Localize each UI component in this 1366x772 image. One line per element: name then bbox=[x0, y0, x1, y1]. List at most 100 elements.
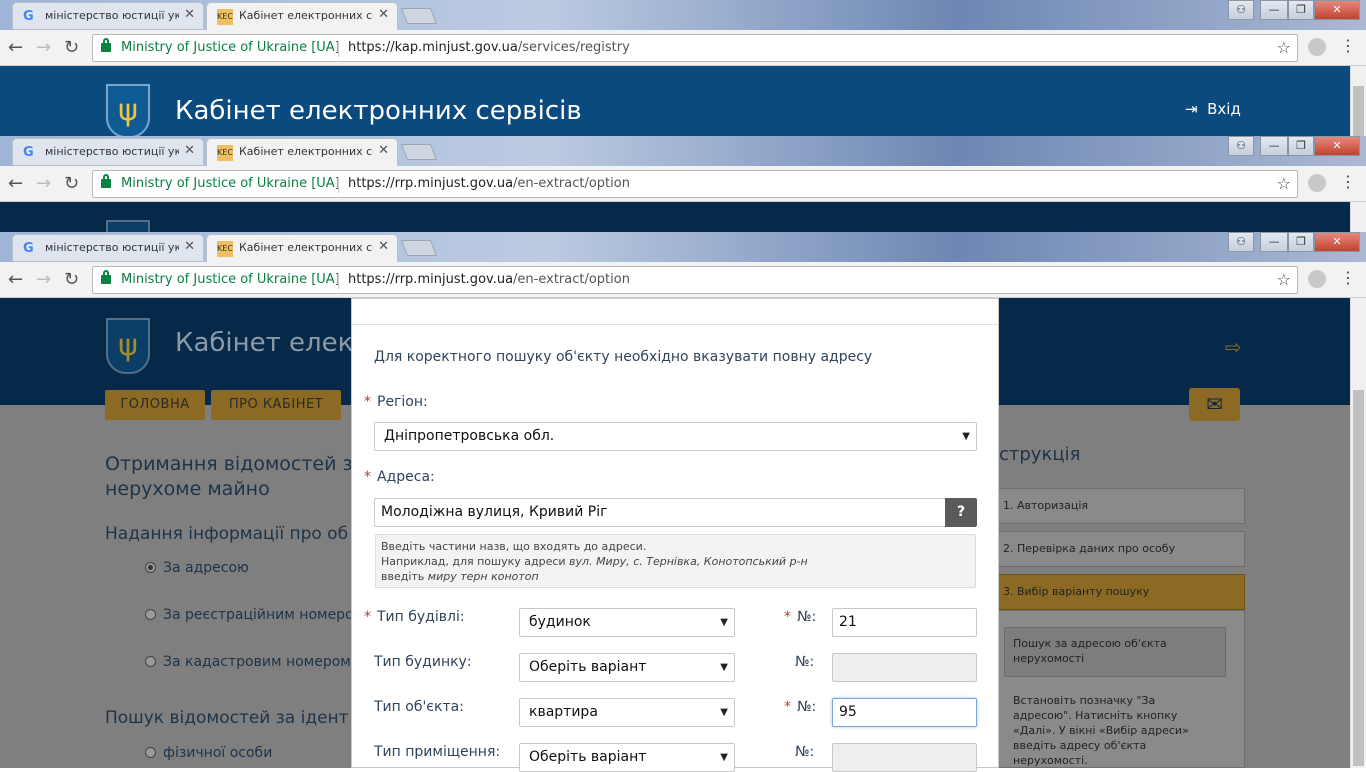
extension-icon[interactable] bbox=[1308, 270, 1326, 288]
minimize-button[interactable]: — bbox=[1260, 136, 1288, 156]
separator bbox=[338, 177, 339, 193]
logout-icon[interactable]: ⇨ bbox=[1225, 335, 1242, 359]
option-label: За адресою bbox=[163, 560, 249, 576]
page-scrollbar[interactable] bbox=[1350, 298, 1366, 768]
tab-strip: G міністерство юстиції укр ✕ KEC Кабінет… bbox=[0, 232, 1366, 262]
browser-window-1: G міністерство юстиції укр ✕ KEC Кабінет… bbox=[0, 0, 1366, 136]
new-tab-button[interactable] bbox=[401, 240, 437, 256]
forward-icon[interactable]: → bbox=[36, 37, 51, 58]
step-1[interactable]: 1. Авторизація bbox=[998, 488, 1245, 524]
mail-icon[interactable]: ✉ bbox=[1189, 388, 1240, 421]
house-number-input[interactable] bbox=[832, 653, 977, 682]
tab-google[interactable]: G міністерство юстиції укр ✕ bbox=[12, 2, 204, 30]
close-tab-icon[interactable]: ✕ bbox=[184, 239, 195, 254]
address-bar[interactable]: Ministry of Justice of Ukraine [UA] http… bbox=[92, 34, 1298, 62]
lock-icon bbox=[101, 174, 111, 188]
maximize-button[interactable]: ❐ bbox=[1288, 232, 1314, 252]
kec-favicon-icon: KEC bbox=[217, 145, 233, 161]
profile-icon[interactable]: ⚇ bbox=[1228, 136, 1254, 156]
back-icon[interactable]: ← bbox=[8, 173, 23, 194]
reload-icon[interactable]: ↻ bbox=[64, 269, 79, 290]
close-tab-icon[interactable]: ✕ bbox=[184, 143, 195, 158]
building-type-select[interactable]: будинок ▼ bbox=[519, 608, 735, 637]
house-type-select[interactable]: Оберіть варіант ▼ bbox=[519, 653, 735, 682]
reload-icon[interactable]: ↻ bbox=[64, 173, 79, 194]
profile-icon[interactable]: ⚇ bbox=[1228, 0, 1254, 20]
minimize-button[interactable]: — bbox=[1260, 232, 1288, 252]
help-button[interactable]: ? bbox=[945, 498, 977, 527]
browser-toolbar: ← → ↻ Ministry of Justice of Ukraine [UA… bbox=[0, 30, 1366, 66]
minimize-button[interactable]: — bbox=[1260, 0, 1288, 20]
back-icon[interactable]: ← bbox=[8, 269, 23, 290]
maximize-button[interactable]: ❐ bbox=[1288, 0, 1314, 20]
close-tab-icon[interactable]: ✕ bbox=[184, 7, 195, 22]
close-tab-icon[interactable]: ✕ bbox=[378, 239, 389, 254]
site-header bbox=[0, 202, 1366, 232]
login-link[interactable]: ⇥ Вхід bbox=[1185, 100, 1241, 118]
step-panel: Пошук за адресою об'єкта нерухомості Вст… bbox=[998, 610, 1245, 768]
tab-cabinet[interactable]: KEC Кабінет електронних се ✕ bbox=[206, 138, 398, 166]
back-icon[interactable]: ← bbox=[8, 37, 23, 58]
profile-icon[interactable]: ⚇ bbox=[1228, 232, 1254, 252]
region-select[interactable]: Дніпропетровська обл. ▼ bbox=[374, 422, 977, 451]
close-tab-icon[interactable]: ✕ bbox=[378, 7, 389, 22]
bookmark-star-icon[interactable]: ☆ bbox=[1277, 267, 1291, 293]
browser-window-3: G міністерство юстиції укр ✕ KEC Кабінет… bbox=[0, 232, 1366, 298]
tab-google[interactable]: G міністерство юстиції укр ✕ bbox=[12, 234, 204, 262]
dropdown-arrow-icon: ▼ bbox=[720, 662, 728, 673]
address-bar[interactable]: Ministry of Justice of Ukraine [UA] http… bbox=[92, 266, 1298, 294]
scrollbar[interactable] bbox=[1350, 66, 1366, 136]
close-window-button[interactable]: ✕ bbox=[1314, 136, 1360, 156]
building-number-input[interactable]: 21 bbox=[832, 608, 977, 637]
forward-icon[interactable]: → bbox=[36, 173, 51, 194]
new-tab-button[interactable] bbox=[401, 8, 437, 24]
radio-person[interactable] bbox=[145, 747, 156, 758]
tab-label: Кабінет електронних се bbox=[239, 145, 373, 158]
bookmark-star-icon[interactable]: ☆ bbox=[1277, 35, 1291, 61]
dialog-header bbox=[352, 299, 998, 325]
address-bar[interactable]: Ministry of Justice of Ukraine [UA] http… bbox=[92, 170, 1298, 198]
radio-by-registration[interactable] bbox=[145, 609, 156, 620]
google-icon: G bbox=[23, 241, 34, 256]
subheading: Надання інформації про об bbox=[105, 524, 349, 544]
maximize-button[interactable]: ❐ bbox=[1288, 136, 1314, 156]
menu-icon[interactable]: ⋮ bbox=[1340, 172, 1356, 191]
close-window-button[interactable]: ✕ bbox=[1314, 0, 1360, 20]
nav-about-button[interactable]: ПРО КАБІНЕТ bbox=[211, 390, 341, 420]
tab-cabinet[interactable]: KEC Кабінет електронних се ✕ bbox=[206, 234, 398, 262]
tab-google[interactable]: G міністерство юстиції укр ✕ bbox=[12, 138, 204, 166]
coat-of-arms-icon bbox=[106, 220, 150, 232]
radio-by-address[interactable] bbox=[145, 562, 156, 573]
extension-icon[interactable] bbox=[1308, 38, 1326, 56]
tab-label: Кабінет електронних се bbox=[239, 241, 373, 254]
close-tab-icon[interactable]: ✕ bbox=[378, 143, 389, 158]
menu-icon[interactable]: ⋮ bbox=[1340, 36, 1356, 55]
region-label: * Регіон: bbox=[364, 394, 428, 410]
bookmark-star-icon[interactable]: ☆ bbox=[1277, 171, 1291, 197]
step-3[interactable]: 3. Вибір варіанту пошуку bbox=[998, 574, 1245, 610]
lock-icon bbox=[101, 38, 111, 52]
tab-cabinet[interactable]: KEC Кабінет електронних се ✕ bbox=[206, 2, 398, 30]
menu-icon[interactable]: ⋮ bbox=[1340, 268, 1356, 287]
tab-strip: G міністерство юстиції укр ✕ KEC Кабінет… bbox=[0, 136, 1366, 166]
coat-of-arms-icon: ψ bbox=[106, 318, 150, 374]
google-icon: G bbox=[23, 145, 34, 160]
nav-home-button[interactable]: ГОЛОВНА bbox=[105, 390, 205, 420]
address-input[interactable]: Молодіжна вулиця, Кривий Ріг bbox=[374, 498, 946, 527]
forward-icon[interactable]: → bbox=[36, 269, 51, 290]
close-window-button[interactable]: ✕ bbox=[1314, 232, 1360, 252]
step-2[interactable]: 2. Перевірка даних про особу bbox=[998, 531, 1245, 567]
url-text: https://kap.minjust.gov.ua/services/regi… bbox=[348, 40, 630, 55]
object-type-select[interactable]: квартира ▼ bbox=[519, 698, 735, 727]
radio-by-cadastral[interactable] bbox=[145, 656, 156, 667]
browser-toolbar: ← → ↻ Ministry of Justice of Ukraine [UA… bbox=[0, 262, 1366, 298]
new-tab-button[interactable] bbox=[401, 144, 437, 160]
object-number-input[interactable]: 95 bbox=[832, 698, 977, 727]
room-type-label: Тип приміщення: bbox=[374, 744, 501, 760]
scrollbar[interactable] bbox=[1350, 202, 1366, 232]
building-type-label: * Тип будівлі: bbox=[364, 609, 465, 625]
kec-favicon-icon: KEC bbox=[217, 9, 233, 25]
step-panel-text: Встановіть позначку "За адресою". Натисн… bbox=[1013, 694, 1189, 767]
extension-icon[interactable] bbox=[1308, 174, 1326, 192]
reload-icon[interactable]: ↻ bbox=[64, 37, 79, 58]
